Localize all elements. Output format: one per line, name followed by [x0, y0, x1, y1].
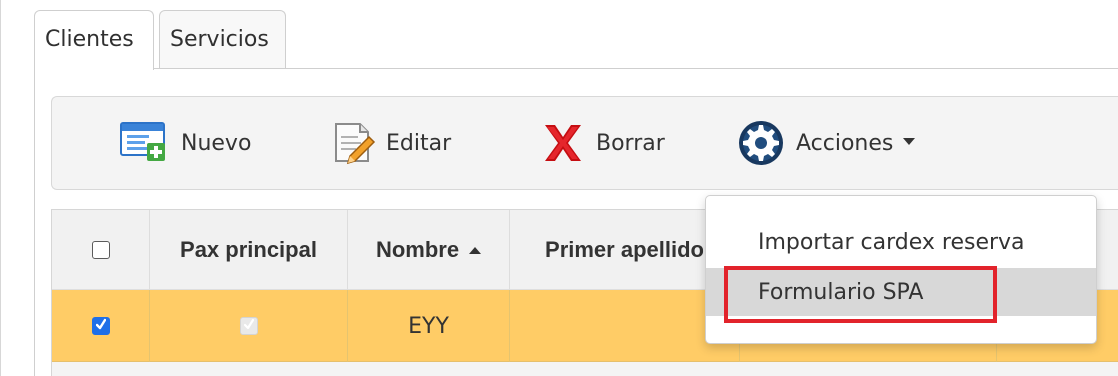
tab-bar: Clientes Servicios: [0, 0, 1118, 70]
tab-servicios[interactable]: Servicios: [159, 10, 286, 68]
actions-dropdown-button[interactable]: Acciones: [736, 114, 956, 172]
column-header-label: Nombre: [375, 237, 460, 262]
edit-document-icon: [330, 119, 376, 167]
toolbar: Nuevo Editar Borrar Acciones: [51, 96, 1118, 190]
menu-item-label: Formulario SPA: [758, 279, 924, 305]
actions-dropdown-menu: Importar cardex reserva Formulario SPA: [705, 195, 1097, 344]
menu-item-import-cardex[interactable]: Importar cardex reserva: [706, 218, 1096, 266]
column-header-nombre[interactable]: Nombre: [348, 210, 510, 290]
menu-item-label: Importar cardex reserva: [758, 229, 1025, 255]
select-all-checkbox[interactable]: [91, 241, 110, 259]
new-button[interactable]: Nuevo: [119, 114, 275, 172]
delete-button[interactable]: Borrar: [538, 114, 684, 172]
chevron-down-icon: [903, 137, 916, 145]
new-form-icon: [119, 119, 171, 167]
delete-button-label: Borrar: [596, 130, 665, 156]
gear-icon: [736, 118, 786, 168]
app-root: Clientes Servicios Nuevo Editar Borrar A…: [0, 0, 1118, 376]
grid-empty-area: [52, 362, 1118, 376]
column-header-pax-principal[interactable]: Pax principal: [150, 210, 348, 290]
pax-principal-cell: [150, 290, 348, 362]
column-header-label: Pax principal: [180, 237, 317, 262]
actions-button-label: Acciones: [796, 130, 894, 156]
row-selection-cell: [52, 290, 150, 362]
pax-principal-checkbox: [239, 317, 258, 335]
nombre-cell: EYY: [348, 290, 510, 362]
nombre-value: EYY: [408, 313, 449, 339]
menu-item-spa-form[interactable]: Formulario SPA: [706, 268, 1096, 316]
column-header-label: Primer apellido: [545, 237, 704, 262]
row-selection-checkbox[interactable]: [91, 317, 110, 335]
new-button-label: Nuevo: [181, 130, 252, 156]
tab-clientes[interactable]: Clientes: [34, 10, 154, 70]
sort-ascending-icon: [469, 246, 482, 254]
delete-x-icon: [538, 119, 586, 167]
edit-button[interactable]: Editar: [330, 114, 472, 172]
select-all-cell: [52, 210, 150, 290]
edit-button-label: Editar: [386, 130, 452, 156]
